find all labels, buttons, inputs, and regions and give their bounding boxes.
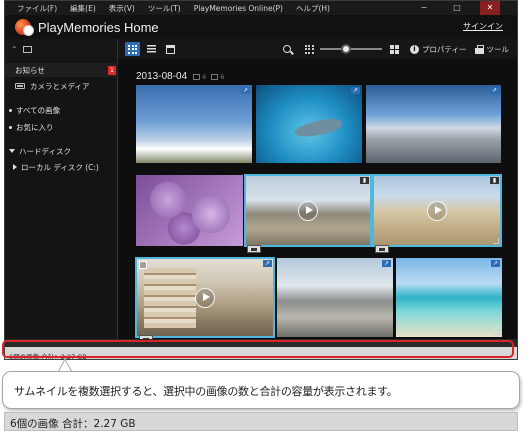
thumbnail-3[interactable]: ↗	[366, 85, 501, 163]
thumbnail-9[interactable]: ↗	[396, 258, 502, 337]
bullet-icon	[9, 125, 12, 129]
minimize-icon[interactable]: −	[414, 1, 434, 15]
expand-icon[interactable]: ↗	[491, 260, 500, 267]
thumbnail-size-slider[interactable]	[319, 44, 382, 54]
resize-grip-icon	[493, 238, 499, 244]
window-controls: − □ ✕	[414, 1, 513, 15]
title-bar: PlayMemories Home サインイン	[5, 15, 517, 39]
sidebar-item-label: カメラとメディア	[30, 81, 90, 91]
select-checkbox-icon[interactable]	[139, 261, 147, 269]
callout-text: サムネイルを複数選択すると、選択中の画像の数と合計の容量が表示されます。	[14, 385, 398, 398]
grid-icon	[128, 44, 137, 54]
sidebar: お知らせ 1 カメラとメディア すべての画像 お気に入り ハードディスク ローカ…	[5, 59, 118, 339]
thumbnail-2[interactable]: ↗	[256, 85, 362, 163]
list-view-button[interactable]	[144, 42, 159, 56]
expand-icon[interactable]: ↗	[263, 260, 272, 267]
highlight-ring	[2, 340, 514, 358]
info-icon: i	[409, 44, 419, 54]
thumbnail-5[interactable]: ▮	[244, 174, 372, 247]
app-window: ファイル(F) 編集(E) 表示(V) ツール(T) PlayMemories …	[4, 0, 518, 360]
sidebar-item-label: ハードディスク	[19, 146, 71, 156]
whale-shape	[293, 116, 343, 140]
expand-icon[interactable]	[13, 164, 17, 170]
bullet-icon	[9, 108, 12, 112]
sidebar-item-label: お知らせ	[15, 65, 45, 75]
slider-knob[interactable]	[340, 44, 351, 54]
thumbnail-7[interactable]: ↗	[135, 257, 275, 338]
video-count: 6	[220, 72, 225, 81]
toolbar: ⌃ i プロパティー ツール	[5, 39, 517, 59]
thumbnail-1[interactable]: ↗	[136, 85, 252, 163]
menu-view[interactable]: 表示(V)	[109, 3, 135, 14]
sidebar-item-local-disk[interactable]: ローカル ディスク (C:)	[5, 160, 118, 174]
film-strip-icon	[247, 245, 261, 253]
sidebar-item-label: お気に入り	[16, 122, 54, 132]
menu-bar: ファイル(F) 編集(E) 表示(V) ツール(T) PlayMemories …	[5, 1, 517, 15]
video-count-icon	[211, 73, 219, 80]
signin-link[interactable]: サインイン	[463, 21, 503, 32]
sidebar-item-news[interactable]: お知らせ 1	[5, 63, 118, 77]
grid-view-button[interactable]	[125, 42, 140, 56]
toolbox-icon	[474, 44, 484, 54]
resize-grip-icon	[494, 329, 500, 335]
books-shape	[144, 268, 196, 328]
menu-help[interactable]: ヘルプ(H)	[296, 3, 330, 14]
properties-button[interactable]: プロパティー	[422, 44, 467, 55]
expand-icon[interactable]: ↗	[241, 87, 250, 94]
photo-count-icon	[193, 73, 201, 80]
tutorial-figure: ファイル(F) 編集(E) 表示(V) ツール(T) PlayMemories …	[0, 0, 530, 447]
expand-icon[interactable]	[9, 149, 15, 153]
calendar-icon	[166, 44, 175, 54]
film-strip-icon	[375, 245, 389, 253]
computer-icon	[22, 45, 32, 53]
status-zoom-box: 6個の画像 合計：2.27 GB	[4, 412, 518, 431]
expand-icon[interactable]: ↗	[351, 87, 360, 94]
menu-file[interactable]: ファイル(F)	[17, 3, 57, 14]
menu-online[interactable]: PlayMemories Online(P)	[194, 4, 283, 13]
notification-badge: 1	[108, 66, 116, 75]
app-logo-icon	[15, 19, 34, 36]
photo-count: 6	[202, 72, 207, 81]
maximize-icon[interactable]: □	[447, 1, 467, 15]
calendar-view-button[interactable]	[163, 42, 178, 56]
thumbnail-6[interactable]: ▮	[372, 174, 502, 247]
callout-box: サムネイルを複数選択すると、選択中の画像の数と合計の容量が表示されます。	[2, 371, 520, 409]
expand-icon[interactable]: ↗	[490, 87, 499, 94]
date-group-header: 2013-08-04 6 6	[136, 71, 229, 82]
collapse-icon[interactable]: ⌃	[11, 45, 18, 54]
toolbar-right: i プロパティー ツール	[282, 39, 510, 59]
slider-track	[319, 48, 382, 50]
menu-tools[interactable]: ツール(T)	[148, 3, 181, 14]
sidebar-item-label: すべての画像	[16, 105, 61, 115]
sidebar-item-favorites[interactable]: お気に入り	[5, 120, 118, 134]
zoom-status-text: 6個の画像 合計：2.27 GB	[10, 418, 136, 430]
video-badge-icon: ▮	[360, 177, 369, 184]
camera-icon	[15, 83, 25, 89]
sidebar-item-label: ローカル ディスク (C:)	[21, 162, 99, 172]
sidebar-item-hard-disk[interactable]: ハードディスク	[5, 144, 118, 158]
video-badge-icon: ▮	[490, 177, 499, 184]
sidebar-header: ⌃	[5, 39, 118, 59]
large-thumbnail-icon[interactable]	[389, 44, 400, 54]
menu-edit[interactable]: 編集(E)	[70, 3, 96, 14]
small-thumbnail-icon[interactable]	[304, 44, 314, 54]
tools-button[interactable]: ツール	[487, 44, 510, 55]
expand-icon[interactable]: ↗	[382, 260, 391, 267]
thumbnail-area: 2013-08-04 6 6 ↗ ↗ ↗ ▮ ▮ ↗ ↗ ↗	[119, 59, 517, 339]
play-icon[interactable]	[195, 287, 215, 308]
play-icon[interactable]	[298, 200, 318, 221]
close-icon[interactable]: ✕	[480, 1, 500, 15]
app-title: PlayMemories Home	[38, 19, 159, 35]
date-label: 2013-08-04	[136, 71, 188, 82]
thumbnail-8[interactable]: ↗	[277, 258, 393, 337]
play-icon[interactable]	[427, 200, 447, 221]
sidebar-item-all-images[interactable]: すべての画像	[5, 103, 118, 117]
sidebar-item-camera-media[interactable]: カメラとメディア	[5, 79, 118, 93]
thumbnail-4[interactable]	[136, 175, 243, 246]
list-icon	[147, 45, 156, 53]
search-icon[interactable]	[282, 45, 291, 53]
